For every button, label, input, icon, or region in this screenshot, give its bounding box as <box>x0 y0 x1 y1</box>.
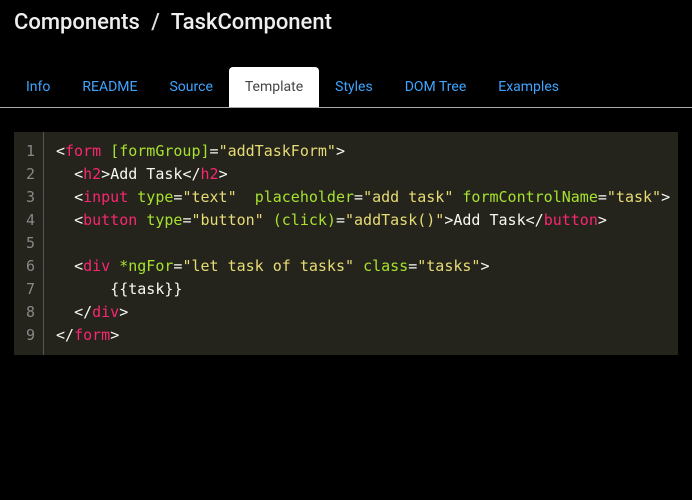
code-line[interactable]: <div *ngFor="let task of tasks" class="t… <box>56 255 670 278</box>
line-number: 9 <box>24 324 35 347</box>
line-number: 7 <box>24 278 35 301</box>
code-line[interactable]: </form> <box>56 324 670 347</box>
code-line[interactable]: <form [formGroup]="addTaskForm"> <box>56 140 670 163</box>
tab-dom-tree[interactable]: DOM Tree <box>389 67 483 107</box>
line-number: 6 <box>24 255 35 278</box>
code-content[interactable]: <form [formGroup]="addTaskForm"> <h2>Add… <box>44 132 682 355</box>
breadcrumb-root[interactable]: Components <box>14 10 140 35</box>
line-number-gutter: 123456789 <box>14 132 44 355</box>
code-line[interactable] <box>56 232 670 255</box>
tab-examples[interactable]: Examples <box>482 67 575 107</box>
code-line[interactable]: <h2>Add Task</h2> <box>56 163 670 186</box>
code-line[interactable]: </div> <box>56 301 670 324</box>
tab-readme[interactable]: README <box>66 67 153 107</box>
line-number: 8 <box>24 301 35 324</box>
tab-bar: InfoREADMESourceTemplateStylesDOM TreeEx… <box>0 67 692 108</box>
tab-template[interactable]: Template <box>229 67 319 107</box>
line-number: 3 <box>24 186 35 209</box>
code-line[interactable]: <button type="button" (click)="addTask()… <box>56 209 670 232</box>
tab-styles[interactable]: Styles <box>319 67 389 107</box>
line-number: 5 <box>24 232 35 255</box>
breadcrumb-separator: / <box>151 10 160 35</box>
code-editor[interactable]: 123456789 <form [formGroup]="addTaskForm… <box>14 132 678 355</box>
line-number: 1 <box>24 140 35 163</box>
tab-info[interactable]: Info <box>10 67 66 107</box>
code-line[interactable]: <input type="text" placeholder="add task… <box>56 186 670 209</box>
code-line[interactable]: {{task}} <box>56 278 670 301</box>
line-number: 2 <box>24 163 35 186</box>
tab-source[interactable]: Source <box>153 67 228 107</box>
breadcrumb: Components / TaskComponent <box>0 0 692 49</box>
breadcrumb-current: TaskComponent <box>171 10 332 35</box>
line-number: 4 <box>24 209 35 232</box>
